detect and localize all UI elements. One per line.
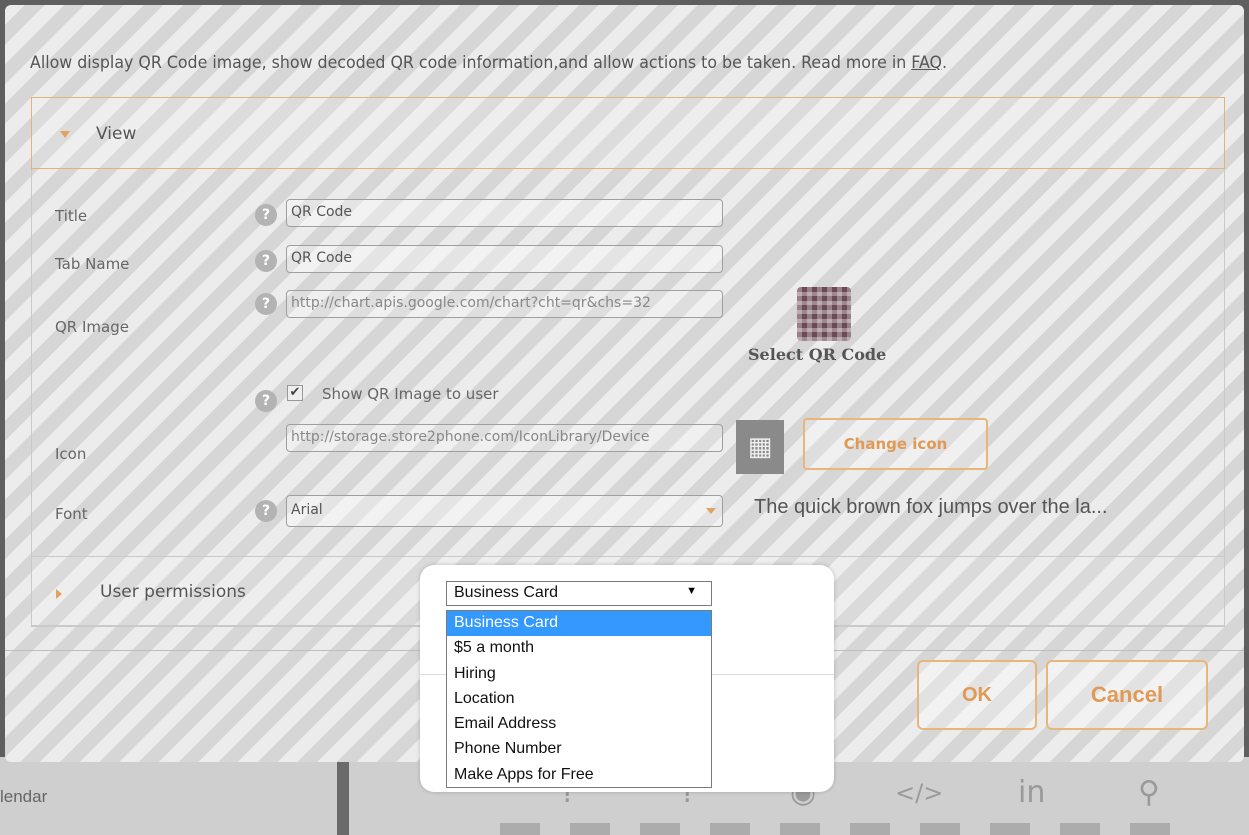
chevron-down-icon	[706, 508, 716, 514]
background-divider	[337, 757, 349, 835]
caret-down-icon	[60, 131, 70, 138]
option-business-card[interactable]: Business Card	[447, 611, 711, 637]
qr-icon-preview: ▦	[736, 420, 784, 474]
help-icon[interactable]: ?	[255, 390, 277, 412]
background-footer-text	[500, 823, 1200, 835]
option-hiring[interactable]: Hiring	[447, 662, 711, 687]
font-label: Font	[55, 505, 88, 523]
show-qr-image-checkbox[interactable]: ✔	[287, 385, 303, 401]
tab-name-input[interactable]: QR Code	[286, 245, 723, 273]
dropdown-arrow-icon: ▼	[686, 585, 697, 597]
qr-image-url-input[interactable]: http://chart.apis.google.com/chart?cht=q…	[286, 290, 723, 318]
view-section-header[interactable]: View	[31, 97, 1225, 169]
option-make-apps-for-free[interactable]: Make Apps for Free	[447, 763, 711, 788]
title-input[interactable]: QR Code	[286, 199, 723, 227]
font-preview-text: The quick brown fox jumps over the la...	[754, 496, 1108, 518]
tab-name-label: Tab Name	[55, 255, 130, 273]
user-permissions-label: User permissions	[100, 582, 246, 602]
help-icon[interactable]: ?	[255, 293, 277, 315]
qr-type-select[interactable]: Business Card ▼	[446, 581, 712, 606]
option-phone-number[interactable]: Phone Number	[447, 737, 711, 762]
option-location[interactable]: Location	[447, 687, 711, 712]
qr-type-select-value: Business Card	[454, 584, 559, 601]
show-qr-image-label: Show QR Image to user	[322, 385, 499, 403]
linkedin-icon: in	[1018, 775, 1046, 810]
font-select-value: Arial	[291, 502, 323, 518]
change-icon-button[interactable]: Change icon	[803, 418, 988, 470]
dialog-description: Allow display QR Code image, show decode…	[30, 53, 1146, 73]
calendar-label: lendar	[0, 787, 48, 806]
select-qr-code-label[interactable]: Select QR Code	[748, 345, 886, 364]
icon-label: Icon	[55, 445, 87, 463]
qr-image-label: QR Image	[55, 318, 129, 336]
faq-link[interactable]: FAQ	[911, 53, 942, 73]
icon-url-input[interactable]: http://storage.store2phone.com/IconLibra…	[286, 424, 723, 452]
help-icon[interactable]: ?	[255, 250, 277, 272]
qr-type-popup: Business Card ▼ Business Card $5 a month…	[420, 565, 834, 792]
option-5-a-month[interactable]: $5 a month	[447, 636, 711, 661]
code-icon: </>	[895, 779, 944, 807]
option-email-address[interactable]: Email Address	[447, 712, 711, 737]
title-label: Title	[55, 207, 88, 225]
font-select[interactable]: Arial	[286, 495, 723, 527]
ok-button[interactable]: OK	[917, 660, 1037, 730]
caret-right-icon	[56, 589, 62, 599]
map-pin-icon: ⚲	[1138, 775, 1160, 810]
help-icon[interactable]: ?	[255, 500, 277, 522]
view-section-label: View	[96, 124, 137, 144]
qr-type-options-list: Business Card $5 a month Hiring Location…	[446, 610, 712, 788]
qr-code-thumbnail[interactable]	[797, 287, 851, 341]
cancel-button[interactable]: Cancel	[1046, 660, 1208, 730]
help-icon[interactable]: ?	[255, 204, 277, 226]
description-period: .	[941, 53, 947, 73]
description-text: Allow display QR Code image, show decode…	[30, 53, 907, 73]
